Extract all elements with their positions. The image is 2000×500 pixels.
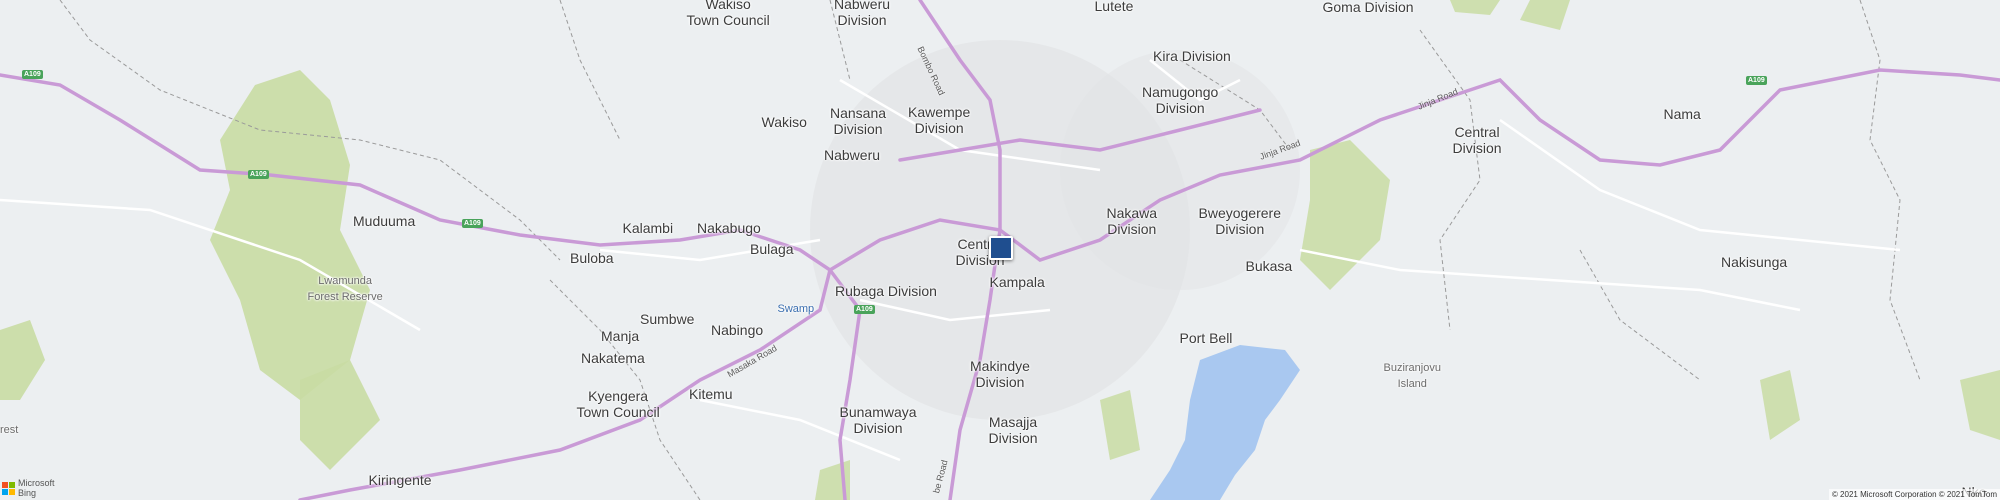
place-label: Namugongo Division xyxy=(1142,84,1219,116)
place-label: Nakisunga xyxy=(1721,254,1788,270)
copyright-text: © 2021 Microsoft Corporation © 2021 TomT… xyxy=(1828,489,2000,500)
microsoft-bing-logo: Microsoft Bing xyxy=(2,478,55,498)
place-label: Buloba xyxy=(570,250,614,266)
map-canvas[interactable]: Wakiso Town Council Nabweru Division Lut… xyxy=(0,0,2000,500)
place-label: Central Division xyxy=(1452,124,1502,156)
logo-text-microsoft: Microsoft xyxy=(18,478,55,488)
place-label: Nakabugo xyxy=(697,220,761,236)
forest-area xyxy=(1520,0,1570,30)
forest-area xyxy=(210,70,370,400)
place-label: Lutete xyxy=(1094,0,1134,14)
logo-text-bing: Bing xyxy=(18,488,37,498)
place-label: Manja xyxy=(601,328,640,344)
place-label: Muduuma xyxy=(353,213,416,229)
place-label: Kyengera Town Council xyxy=(576,388,660,420)
forest-area xyxy=(300,360,380,470)
lake-victoria xyxy=(1150,345,1300,500)
place-label: Bunamwaya Division xyxy=(839,404,917,436)
place-label: Wakiso xyxy=(761,114,807,130)
place-label: Port Bell xyxy=(1179,330,1233,346)
place-label: Bulaga xyxy=(750,241,794,257)
microsoft-logo-icon xyxy=(2,481,15,495)
route-shield: A109 xyxy=(462,219,483,228)
forest-area xyxy=(1450,0,1500,15)
forest-area xyxy=(1300,140,1390,290)
place-label: Bukasa xyxy=(1245,258,1293,274)
place-label: Nabingo xyxy=(711,322,764,338)
route-shield: A109 xyxy=(1746,76,1767,85)
place-label: Nakawa Division xyxy=(1106,205,1158,237)
forest-edge-label: rest xyxy=(0,424,19,436)
island-label: Buziranjovu Island xyxy=(1383,362,1441,390)
forest-area xyxy=(1960,370,2000,440)
place-label: Kiringente xyxy=(368,472,432,488)
place-label: Nama xyxy=(1663,106,1701,122)
location-marker[interactable] xyxy=(989,236,1013,260)
forest-reserve-label: Lwamunda Forest Reserve xyxy=(307,275,383,303)
place-label: Wakiso Town Council xyxy=(686,0,770,28)
forest-area xyxy=(1760,370,1800,440)
route-shield: A109 xyxy=(248,170,269,179)
place-label: Bweyogerere Division xyxy=(1198,205,1282,237)
place-label: Goma Division xyxy=(1322,0,1414,15)
forest-area xyxy=(0,320,45,400)
place-label: Makindye Division xyxy=(970,358,1030,390)
place-label: Nabweru xyxy=(824,147,881,163)
place-label: Sumbwe xyxy=(640,311,695,327)
place-label: Kitemu xyxy=(689,386,733,402)
swamp-label: Swamp xyxy=(777,303,815,315)
place-label: Kira Division xyxy=(1153,48,1231,64)
place-label: Kawempe Division xyxy=(908,104,971,136)
place-label: Rubaga Division xyxy=(835,283,937,299)
route-shield: A109 xyxy=(22,70,43,79)
place-label: Nabweru Division xyxy=(834,0,891,28)
place-label: Nansana Division xyxy=(830,105,887,137)
place-label: Kalambi xyxy=(622,220,674,236)
forest-area xyxy=(1100,390,1140,460)
place-label: Masajja Division xyxy=(988,414,1038,446)
place-label: Nakatema xyxy=(581,350,645,366)
route-shield: A109 xyxy=(854,305,875,314)
place-label: Kampala xyxy=(989,274,1045,290)
